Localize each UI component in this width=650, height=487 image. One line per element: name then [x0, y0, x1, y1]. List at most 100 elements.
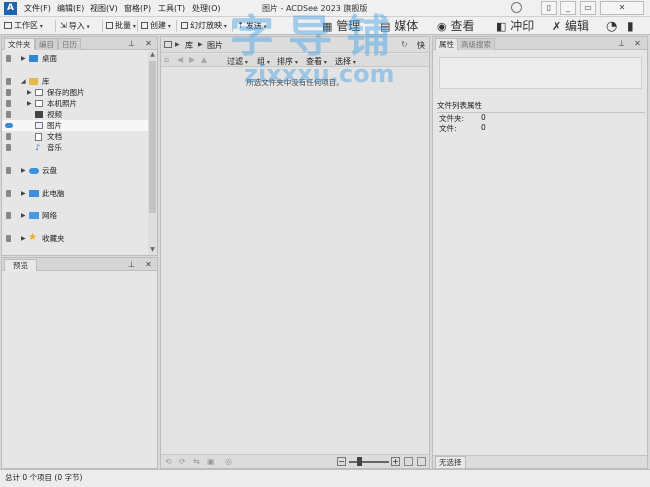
scrollbar-thumb[interactable]: [149, 61, 156, 213]
tab-catalog[interactable]: 编目: [35, 38, 58, 50]
tree-item-documents[interactable]: 文档: [2, 131, 148, 142]
main-toolbar: 工作区 ▾ ⇲ 导入 ▾ 批量 ▾ 创建 ▾ 幻灯放映 ▾ ⇡ 发送 ▾ ▦ 管理 …: [0, 17, 650, 35]
back-icon[interactable]: ◀: [177, 55, 183, 64]
manage-mode-button[interactable]: ▦ 管理: [322, 18, 360, 34]
group-menu[interactable]: 组 ▾: [257, 56, 270, 67]
expand-arrow-icon[interactable]: ▶: [27, 98, 32, 109]
breadcrumb-pictures[interactable]: 图片: [207, 40, 223, 51]
tab-calendar[interactable]: 日历: [58, 38, 81, 50]
zoom-in-icon[interactable]: +: [391, 457, 400, 466]
preview-panel: 预览 ⊥ ✕: [1, 257, 158, 469]
account-icon[interactable]: [511, 2, 522, 13]
dashboard-button[interactable]: ◔: [606, 18, 617, 34]
view-mode-button[interactable]: ◉ 查看: [437, 18, 474, 34]
details-view-icon[interactable]: [417, 457, 426, 466]
zoom-slider-handle[interactable]: [357, 457, 362, 466]
zoom-slider-track[interactable]: [349, 461, 389, 463]
import-button[interactable]: ⇲ 导入 ▾: [60, 19, 90, 33]
view-menu[interactable]: 查看 ▾: [306, 56, 327, 67]
pin-icon: [6, 100, 11, 107]
tab-no-selection[interactable]: 无选择: [435, 456, 466, 468]
slideshow-play-icon[interactable]: ◎: [225, 457, 232, 466]
send-button[interactable]: ⇡ 发送 ▾: [237, 19, 267, 33]
tree-item-desktop[interactable]: ▶ 桌面: [2, 53, 148, 64]
develop-mode-button[interactable]: ◧ 冲印: [496, 18, 534, 34]
manage-label: 管理: [336, 19, 361, 33]
tab-properties[interactable]: 属性: [435, 38, 458, 50]
expand-arrow-icon[interactable]: ▶: [21, 53, 26, 64]
expand-arrow-icon[interactable]: ▶: [21, 188, 26, 199]
stats-button[interactable]: ▮: [627, 18, 634, 34]
layout-toggle-icon[interactable]: ▯: [541, 1, 557, 15]
select-menu[interactable]: 选择 ▾: [335, 56, 356, 67]
eye-icon: ◉: [437, 20, 447, 33]
menu-edit[interactable]: 编辑(E): [57, 3, 84, 14]
document-icon: [35, 133, 42, 141]
tree-item-network[interactable]: ▶ 网络: [2, 210, 148, 221]
refresh-icon[interactable]: ↻: [401, 40, 408, 49]
tree-item-videos[interactable]: 视频: [2, 109, 148, 120]
minimize-button[interactable]: _: [560, 1, 576, 15]
home-icon[interactable]: ⌂: [164, 55, 169, 64]
menu-file[interactable]: 文件(F): [24, 3, 51, 14]
expand-arrow-icon[interactable]: ▶: [21, 233, 26, 244]
edit-mode-button[interactable]: ✗ 编辑: [552, 18, 589, 34]
workspace-icon: [4, 22, 12, 29]
import-icon: ⇲: [60, 21, 67, 30]
tree-item-saved-pictures[interactable]: ▶ 保存的图片: [2, 87, 148, 98]
tree-item-library[interactable]: ◢ 库: [2, 76, 148, 87]
close-icon[interactable]: ✕: [144, 39, 153, 48]
menu-process[interactable]: 处理(O): [192, 3, 221, 14]
file-browser: ▶ 库 ▶ 图片 ↻ 快 ⌂ ◀ ▶ ▲ 过滤 ▾ 组 ▾ 排序 ▾ 查看 ▾ …: [160, 36, 430, 469]
workspace-button[interactable]: 工作区 ▾: [4, 19, 43, 33]
expand-arrow-icon[interactable]: ▶: [21, 210, 26, 221]
menu-view[interactable]: 视图(V): [90, 3, 118, 14]
filter-menu[interactable]: 过滤 ▾: [227, 56, 248, 67]
create-button[interactable]: 创建 ▾: [141, 19, 171, 33]
up-icon[interactable]: ▲: [201, 55, 207, 64]
flip-icon[interactable]: ⇆: [193, 457, 200, 466]
folders-panel-tabs: 文件夹 编目 日历 ⊥ ✕: [2, 37, 157, 50]
close-button[interactable]: ✕: [600, 1, 644, 15]
tree-item-this-pc[interactable]: ▶ 此电脑: [2, 188, 148, 199]
media-mode-button[interactable]: ▤ 媒体: [380, 18, 418, 34]
expand-arrow-icon[interactable]: ▶: [21, 165, 26, 176]
close-icon[interactable]: ✕: [144, 260, 153, 269]
tree-item-favorites[interactable]: ▶ ★ 收藏夹: [2, 232, 148, 244]
slideshow-button[interactable]: 幻灯放映 ▾: [181, 19, 227, 33]
pin-icon: [6, 190, 11, 197]
thumbnail-view-icon[interactable]: [404, 457, 413, 466]
tab-folders[interactable]: 文件夹: [4, 38, 35, 50]
rotate-left-icon[interactable]: ⟲: [165, 457, 172, 466]
collapse-arrow-icon[interactable]: ◢: [21, 76, 26, 87]
pin-icon[interactable]: ⊥: [127, 39, 136, 48]
compare-icon[interactable]: ▣: [207, 457, 215, 466]
expand-arrow-icon[interactable]: ▶: [27, 87, 32, 98]
rotate-right-icon[interactable]: ⟳: [179, 457, 186, 466]
window-title: 图片 - ACDSee 2023 旗舰版: [262, 4, 368, 13]
scroll-up-icon[interactable]: ▲: [148, 51, 157, 58]
sort-menu[interactable]: 排序 ▾: [277, 56, 298, 67]
scroll-down-icon[interactable]: ▼: [148, 246, 157, 253]
pin-icon[interactable]: ⊥: [127, 260, 136, 269]
batch-button[interactable]: 批量 ▾: [106, 19, 136, 33]
pin-icon[interactable]: ⊥: [617, 39, 626, 48]
develop-label: 冲印: [510, 19, 535, 33]
tree-item-pictures[interactable]: 图片: [2, 120, 148, 131]
forward-icon[interactable]: ▶: [189, 55, 195, 64]
folders-scrollbar[interactable]: ▲ ▼: [148, 51, 157, 255]
tab-advanced-search[interactable]: 高级搜索: [457, 38, 495, 50]
breadcrumb-library[interactable]: 库: [185, 40, 193, 51]
restore-button[interactable]: ▭: [580, 1, 596, 15]
tree-item-cloud[interactable]: ▶ 云盘: [2, 165, 148, 176]
quick-search-label[interactable]: 快: [417, 40, 425, 51]
close-icon[interactable]: ✕: [633, 39, 642, 48]
tree-item-camera-roll[interactable]: ▶ 本机照片: [2, 98, 148, 109]
menu-pane[interactable]: 窗格(P): [124, 3, 151, 14]
menu-tools[interactable]: 工具(T): [158, 3, 185, 14]
tab-preview[interactable]: 预览: [4, 259, 37, 271]
breadcrumb-arrow-icon: ▶: [198, 41, 203, 48]
zoom-out-icon[interactable]: −: [337, 457, 346, 466]
computer-icon: [29, 190, 39, 197]
tree-item-music[interactable]: ♪ 音乐: [2, 142, 148, 153]
